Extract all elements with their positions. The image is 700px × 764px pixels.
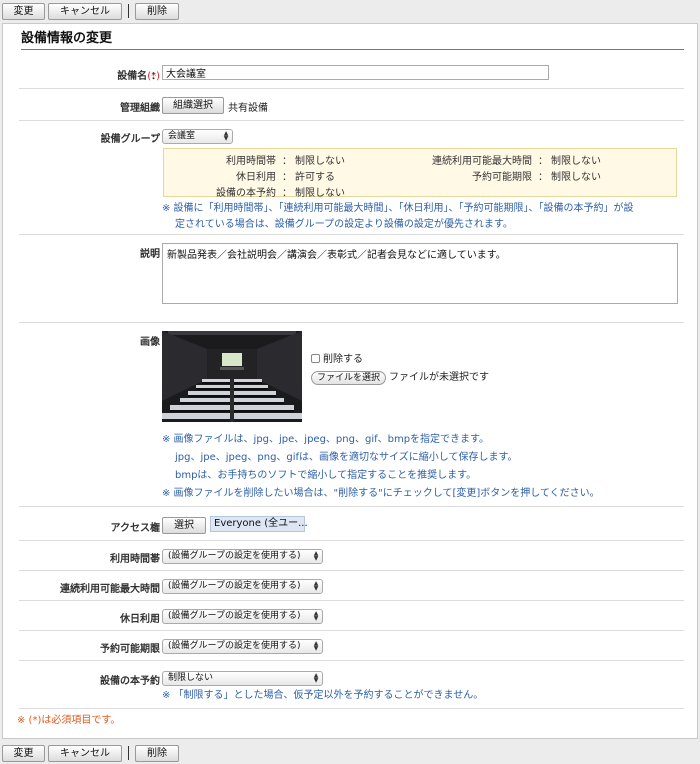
select-arrows-icon: ▲ ▼ — [313, 580, 319, 592]
choose-file-button[interactable]: ファイルを選択 — [311, 371, 387, 385]
access-select-button[interactable]: 選択 — [162, 517, 206, 534]
cancel-button[interactable]: キャンセル — [48, 2, 122, 20]
select-arrows-icon: ▲ ▼ — [313, 640, 319, 652]
select-arrows-icon: ▲ ▼ — [313, 610, 319, 622]
gb-holiday-use-value: 許可する — [295, 172, 335, 183]
colon: ： — [151, 523, 161, 534]
description-textarea[interactable]: 新製品発表／会社説明会／講演会／表彰式／記者会見などに適しています。 — [162, 243, 678, 304]
select-org-button[interactable]: 組織選択 — [162, 97, 224, 114]
delete-button[interactable]: 削除 — [135, 2, 179, 20]
gb-main-reservation-label: 設備の本予約 — [216, 188, 276, 199]
row-description: 説明 ： 新製品発表／会社説明会／講演会／表彰式／記者会見などに適しています。 — [19, 235, 684, 323]
row-reservable-period: 予約可能期限 ： (設備グループの設定を使用する) ▲ ▼ — [19, 631, 684, 661]
delete-image-checkbox[interactable] — [311, 354, 320, 363]
cancel-button[interactable]: キャンセル — [48, 744, 122, 762]
gb-usage-hours-value: 制限しない — [295, 156, 345, 167]
gb-max-consecutive-label: 連続利用可能最大時間 — [432, 156, 532, 167]
select-arrows-icon: ▲ ▼ — [223, 130, 229, 142]
colon: ： — [151, 614, 161, 625]
max-consecutive-select[interactable]: (設備グループの設定を使用する) ▲ ▼ — [162, 579, 323, 594]
change-button[interactable]: 変更 — [2, 744, 45, 762]
page-title: 設備情報の変更 — [21, 28, 684, 50]
form-panel: 設備情報の変更 設備名(*) ： 管理組織 ： 組織選択 共有設備 設備グループ… — [2, 23, 698, 739]
group-settings-box: 利用時間帯 ： 制限しない 連続利用可能最大時間 ： 制限しない 休日利用 ： … — [163, 148, 677, 199]
colon: ： — [282, 172, 292, 183]
colon: ： — [151, 249, 161, 260]
select-arrows-icon: ▲ ▼ — [313, 550, 319, 562]
image-note-1: ※ 画像ファイルは、jpg、jpe、jpeg、png、gif、bmpを指定できま… — [162, 434, 490, 445]
row-max-consecutive: 連続利用可能最大時間 ： (設備グループの設定を使用する) ▲ ▼ — [19, 571, 684, 601]
colon: ： — [151, 644, 161, 655]
colon: ： — [151, 584, 161, 595]
gb-max-consecutive-value: 制限しない — [551, 156, 601, 167]
top-toolbar: 変更 キャンセル 削除 — [0, 0, 700, 22]
file-chooser: ファイルを選択 ファイルが未選択です — [311, 368, 489, 385]
colon: ： — [151, 134, 161, 145]
colon: ： — [151, 676, 161, 687]
gb-holiday-use-label: 休日利用 — [236, 172, 276, 183]
delete-image-label: 削除する — [323, 354, 363, 365]
facility-image — [162, 331, 302, 422]
facility-group-note-1: ※ 設備に「利用時間帯」、「連続利用可能最大時間」、「休日利用」、「予約可能期限… — [162, 203, 634, 214]
usage-hours-select[interactable]: (設備グループの設定を使用する) ▲ ▼ — [162, 549, 323, 564]
facility-group-note-2: 定されている場合は、設備グループの設定より設備の設定が優先されます。 — [175, 219, 513, 230]
access-value[interactable]: Everyone (全ユー... — [210, 516, 308, 532]
required-fields-note: ※ (*)は必須項目です。 — [17, 715, 121, 726]
gb-reservable-period-value: 制限しない — [551, 172, 601, 183]
row-image: 画像 ： 削除する ファイルを選択 ファイルが未選択です ※ 画像ファイルは、j… — [19, 323, 684, 507]
facility-group-select[interactable]: 会議室 ▲ ▼ — [162, 129, 233, 144]
select-arrows-icon: ▲ ▼ — [313, 672, 319, 684]
management-org-value: 共有設備 — [228, 103, 268, 114]
colon: ： — [151, 103, 161, 114]
image-note-3: bmpは、お手持ちのソフトで縮小して指定することを推奨します。 — [175, 470, 477, 481]
delete-image-option[interactable]: 削除する — [311, 350, 363, 365]
row-usage-hours: 利用時間帯 ： (設備グループの設定を使用する) ▲ ▼ — [19, 541, 684, 571]
gb-reservable-period-label: 予約可能期限 — [472, 172, 532, 183]
row-management-org: 管理組織 ： 組織選択 共有設備 — [19, 89, 684, 121]
toolbar-separator — [128, 746, 129, 760]
bottom-toolbar: 変更 キャンセル 削除 — [0, 742, 700, 764]
colon: ： — [538, 156, 548, 167]
max-consecutive-label: 連続利用可能最大時間 — [60, 584, 160, 595]
colon: ： — [282, 188, 292, 199]
toolbar-separator — [128, 4, 129, 18]
colon: ： — [538, 172, 548, 183]
row-facility-name: 設備名(*) ： — [19, 56, 684, 89]
colon: ： — [151, 554, 161, 565]
delete-button[interactable]: 削除 — [135, 744, 179, 762]
reservable-period-select[interactable]: (設備グループの設定を使用する) ▲ ▼ — [162, 639, 323, 654]
row-access: アクセス権 ： 選択 Everyone (全ユー... — [19, 507, 684, 541]
image-note-4: ※ 画像ファイルを削除したい場合は、"削除する"にチェックして[変更]ボタンを押… — [162, 488, 600, 499]
image-note-2: jpg、jpe、jpeg、png、gifは、画像を適切なサイズに縮小して保存しま… — [175, 452, 518, 463]
gb-usage-hours-label: 利用時間帯 — [226, 156, 276, 167]
facility-name-input[interactable] — [162, 65, 549, 80]
main-reservation-note: ※ 「制限する」とした場合、仮予定以外を予約することができません。 — [162, 690, 484, 701]
conference-room-image — [162, 331, 302, 422]
holiday-use-select[interactable]: (設備グループの設定を使用する) ▲ ▼ — [162, 609, 323, 624]
colon: ： — [151, 337, 161, 348]
row-main-reservation: 設備の本予約 ： 制限しない ▲ ▼ ※ 「制限する」とした場合、仮予定以外を予約… — [19, 661, 684, 709]
main-reservation-select[interactable]: 制限しない ▲ ▼ — [162, 671, 323, 686]
colon: ： — [151, 71, 161, 82]
file-status: ファイルが未選択です — [389, 372, 490, 383]
change-button[interactable]: 変更 — [2, 2, 45, 20]
gb-main-reservation-value: 制限しない — [295, 188, 345, 199]
row-holiday-use: 休日利用 ： (設備グループの設定を使用する) ▲ ▼ — [19, 601, 684, 631]
row-facility-group: 設備グループ ： 会議室 ▲ ▼ 利用時間帯 ： 制限しない 連続利用可能最大時間… — [19, 121, 684, 235]
colon: ： — [282, 156, 292, 167]
